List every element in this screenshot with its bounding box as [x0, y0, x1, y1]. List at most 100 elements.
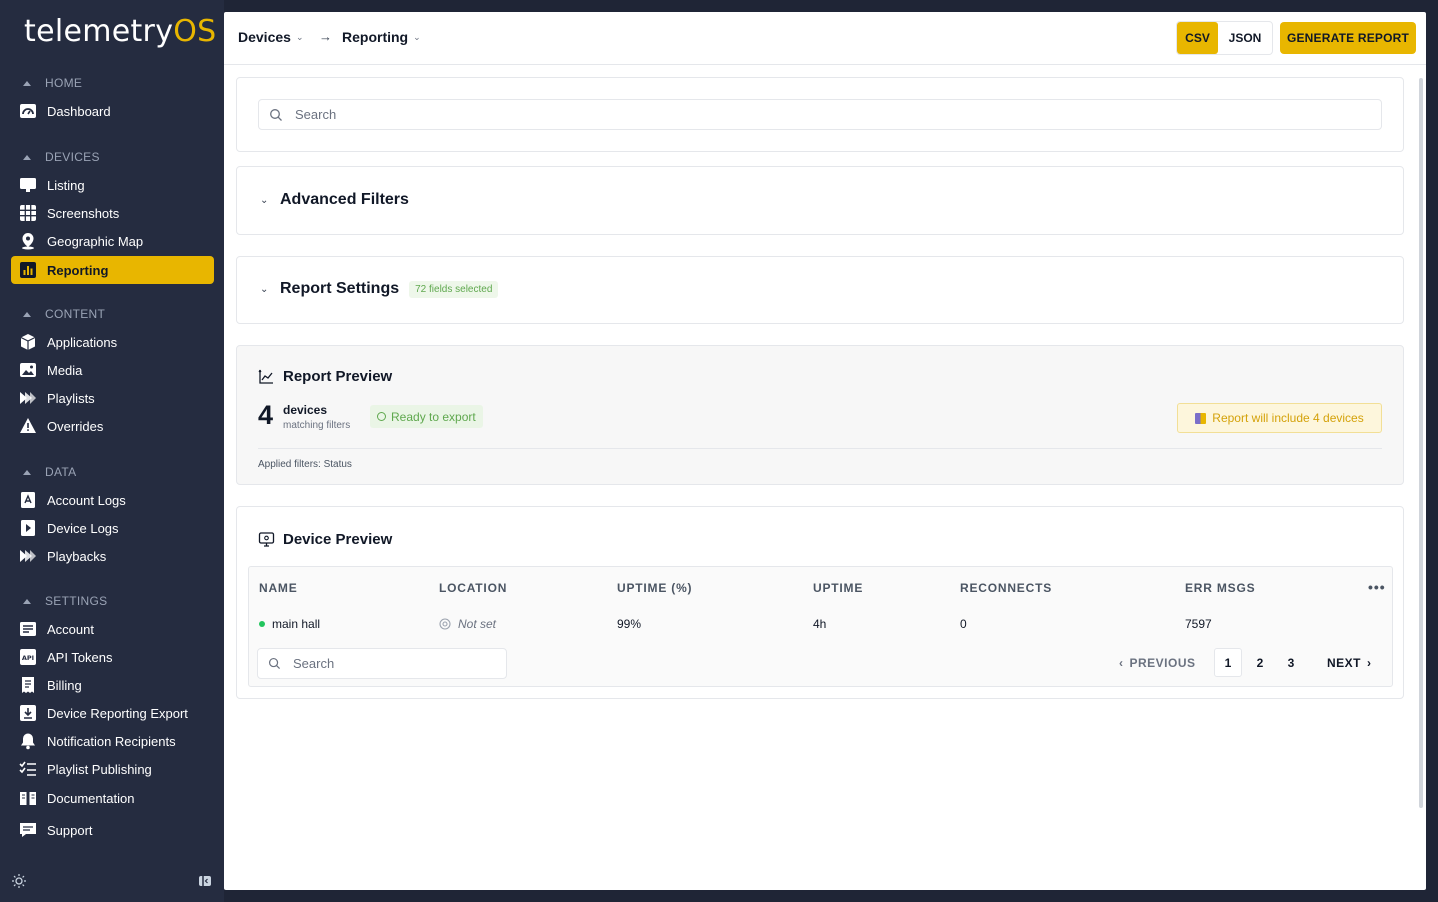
previous-page-button[interactable]: ‹ PREVIOUS — [1119, 648, 1196, 677]
sidebar-item-media[interactable]: Media — [11, 356, 214, 384]
cube-icon — [19, 333, 37, 351]
book-icon — [19, 789, 37, 807]
main-panel: Devices ⌄ → Reporting ⌄ CSV JSON GENERATE … — [224, 12, 1426, 890]
device-table: NAME LOCATION UPTIME (%) UPTIME RECONNEC… — [248, 566, 1393, 687]
section-settings[interactable]: SETTINGS — [20, 593, 107, 609]
playback-icon — [19, 547, 37, 565]
report-preview-header: Report Preview — [258, 368, 392, 385]
svg-text:API: API — [22, 654, 34, 662]
list-check-icon — [19, 760, 37, 778]
chevron-down-icon: ⌄ — [260, 194, 269, 206]
search-input[interactable]: Search — [258, 99, 1382, 130]
collapse-icon — [23, 154, 31, 160]
breadcrumb-devices[interactable]: Devices ⌄ — [238, 29, 303, 45]
sidebar-item-playlists[interactable]: Playlists — [11, 384, 214, 412]
column-header[interactable]: UPTIME — [813, 581, 863, 595]
location-icon — [439, 618, 451, 630]
sidebar-item-reporting[interactable]: Reporting — [11, 256, 214, 284]
more-options-icon[interactable]: ••• — [1368, 579, 1386, 595]
api-icon: API — [19, 648, 37, 666]
column-header[interactable]: LOCATION — [439, 581, 507, 595]
section-data[interactable]: DATA — [20, 464, 76, 480]
play-log-icon — [19, 519, 37, 537]
sidebar-item-account-logs[interactable]: Account Logs — [11, 486, 214, 514]
next-page-button[interactable]: NEXT › — [1327, 648, 1372, 677]
top-bar: Devices ⌄ → Reporting ⌄ CSV JSON GENERATE … — [224, 12, 1426, 65]
collapse-icon — [23, 311, 31, 317]
grid-icon — [19, 204, 37, 222]
sidebar-item-device-logs[interactable]: Device Logs — [11, 514, 214, 542]
sidebar-item-device-reporting-export[interactable]: Device Reporting Export — [11, 699, 214, 727]
dashboard-icon — [19, 102, 37, 120]
bell-icon — [19, 732, 37, 750]
sidebar-item-billing[interactable]: Billing — [11, 671, 214, 699]
search-card: Search — [236, 77, 1404, 152]
online-status-icon — [259, 621, 265, 627]
sidebar-item-notification-recipients[interactable]: Notification Recipients — [11, 727, 214, 755]
column-header[interactable]: ERR MSGS — [1185, 581, 1255, 595]
scrollbar[interactable] — [1417, 66, 1426, 890]
device-preview-header: Device Preview — [258, 531, 392, 548]
sidebar-item-applications[interactable]: Applications — [11, 328, 214, 356]
advanced-filters-card: ⌄ Advanced Filters — [236, 166, 1404, 235]
chevron-left-icon: ‹ — [1119, 655, 1124, 670]
collapse-icon — [23, 598, 31, 604]
table-search-input[interactable]: Search — [257, 648, 507, 679]
receipt-icon — [19, 676, 37, 694]
arrow-right-icon: → — [319, 29, 332, 44]
json-button[interactable]: JSON — [1218, 22, 1272, 54]
playlist-icon — [19, 389, 37, 407]
check-circle-icon — [377, 412, 386, 421]
section-devices[interactable]: DEVICES — [20, 149, 100, 165]
generate-report-button[interactable]: GENERATE REPORT — [1280, 22, 1416, 54]
include-devices-notice: Report will include 4 devices — [1177, 403, 1382, 433]
sidebar-item-account[interactable]: Account — [11, 615, 214, 643]
warning-icon — [19, 417, 37, 435]
chevron-down-icon: ⌄ — [413, 31, 421, 42]
bar-chart-icon — [19, 261, 37, 279]
brand-logo[interactable]: telemetryOS — [24, 14, 217, 49]
report-settings-toggle[interactable]: ⌄ Report Settings 72 fields selected — [260, 280, 499, 298]
collapse-sidebar-icon[interactable] — [198, 874, 212, 888]
sidebar-item-playbacks[interactable]: Playbacks — [11, 542, 214, 570]
csv-button[interactable]: CSV — [1177, 22, 1218, 54]
table-cell-name[interactable]: main hall — [259, 617, 320, 631]
advanced-filters-toggle[interactable]: ⌄ Advanced Filters — [260, 191, 409, 209]
table-cell-location: Not set — [439, 617, 496, 631]
breadcrumb-reporting[interactable]: Reporting ⌄ — [342, 29, 421, 45]
id-card-icon — [19, 620, 37, 638]
scrollbar-thumb[interactable] — [1419, 78, 1423, 808]
chart-line-icon — [258, 369, 273, 384]
theme-toggle-icon[interactable] — [11, 873, 27, 889]
sidebar-item-api-tokens[interactable]: API API Tokens — [11, 643, 214, 671]
page-button-3[interactable]: 3 — [1277, 648, 1305, 677]
sidebar-item-support[interactable]: Support — [11, 816, 214, 844]
sidebar-item-playlist-publishing[interactable]: Playlist Publishing — [11, 755, 214, 783]
divider — [258, 448, 1382, 449]
column-header[interactable]: RECONNECTS — [960, 581, 1052, 595]
column-header[interactable]: UPTIME (%) — [617, 581, 692, 595]
sidebar-item-documentation[interactable]: Documentation — [11, 784, 214, 812]
section-content[interactable]: CONTENT — [20, 306, 105, 322]
device-preview-card: Device Preview NAME LOCATION UPTIME (%) … — [236, 506, 1404, 699]
table-cell-reconnects: 0 — [960, 617, 967, 631]
sidebar: telemetryOS HOME Dashboard DEVICES Listi… — [0, 0, 224, 902]
sidebar-item-geographic-map[interactable]: Geographic Map — [11, 227, 214, 255]
column-header[interactable]: NAME — [259, 581, 298, 595]
sidebar-item-dashboard[interactable]: Dashboard — [11, 97, 214, 125]
device-count-label: devices — [283, 403, 328, 417]
sidebar-item-screenshots[interactable]: Screenshots — [11, 199, 214, 227]
sidebar-item-overrides[interactable]: Overrides — [11, 412, 214, 440]
download-icon — [19, 704, 37, 722]
device-count-sub: matching filters — [283, 420, 351, 431]
search-icon — [270, 108, 282, 121]
page-button-1[interactable]: 1 — [1214, 648, 1242, 677]
ready-status-badge: Ready to export — [370, 405, 483, 428]
sidebar-item-listing[interactable]: Listing — [11, 171, 214, 199]
fields-selected-badge: 72 fields selected — [409, 280, 499, 298]
page-button-2[interactable]: 2 — [1246, 648, 1274, 677]
report-icon — [1195, 412, 1207, 424]
applied-filters: Applied filters: Status — [258, 459, 352, 470]
table-cell-err-msgs: 7597 — [1185, 617, 1212, 631]
section-home[interactable]: HOME — [20, 75, 82, 91]
